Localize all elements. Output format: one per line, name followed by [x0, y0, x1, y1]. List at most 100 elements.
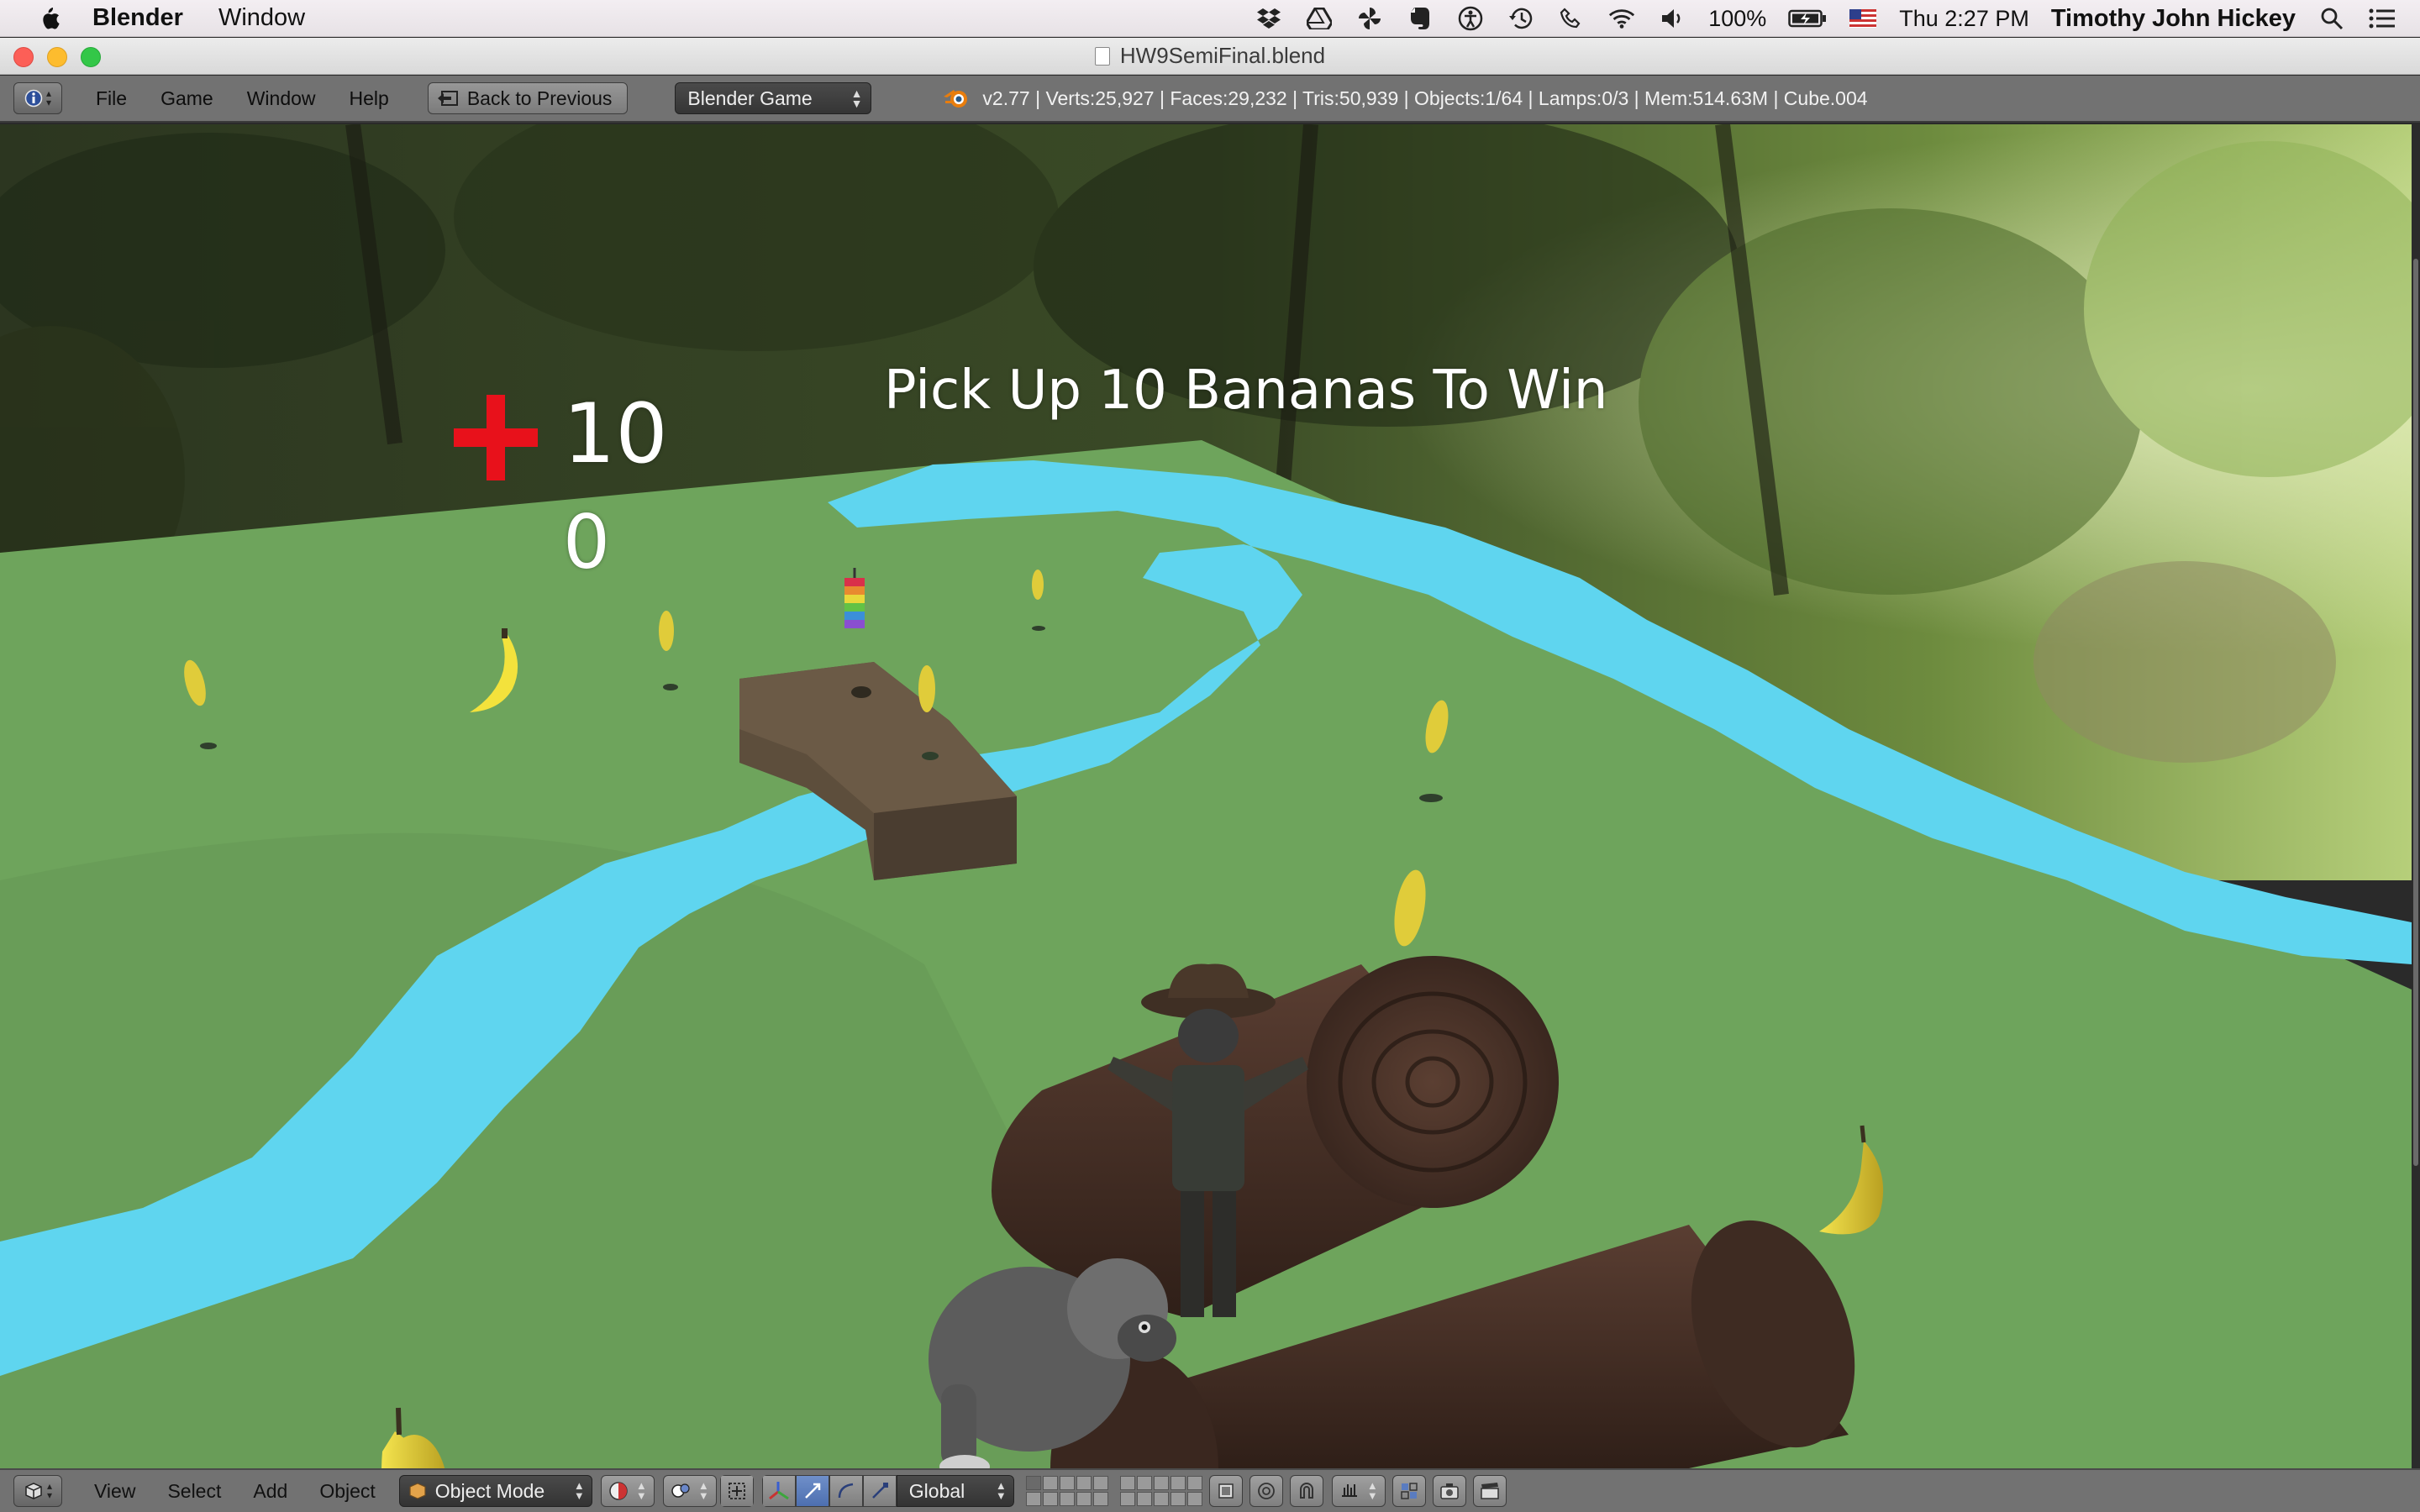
transform-axes-button[interactable]	[761, 1475, 796, 1507]
render-opengl-animation-button[interactable]	[1472, 1475, 1507, 1507]
evernote-icon[interactable]	[1406, 6, 1434, 31]
dropbox-icon[interactable]	[1255, 6, 1283, 31]
interaction-mode-value: Object Mode	[434, 1479, 545, 1502]
viewport-header: ▴ ▾ View Select Add Object Object Mode ▲ ▼…	[0, 1468, 2420, 1512]
macos-menubar: Blender Window 100% Thu 2:27 PM Timothy …	[0, 0, 2420, 37]
menu-select[interactable]: Select	[167, 1480, 221, 1503]
menubar-clock[interactable]: Thu 2:27 PM	[1899, 6, 2029, 32]
snap-target-icon	[1401, 1483, 1418, 1499]
apple-menu-icon[interactable]	[32, 0, 66, 37]
window-titlebar: HW9SemiFinal.blend	[0, 38, 2420, 75]
layer-button[interactable]	[1153, 1476, 1169, 1490]
translate-manipulator-button[interactable]	[795, 1475, 829, 1507]
layer-button[interactable]	[1153, 1492, 1169, 1506]
viewport-scrollbar[interactable]	[2412, 124, 2420, 1468]
layer-button[interactable]	[1042, 1492, 1058, 1506]
back-to-previous-button[interactable]: Back to Previous	[427, 82, 629, 114]
menubar-user-name[interactable]: Timothy John Hickey	[2051, 5, 2296, 33]
layer-button[interactable]	[1059, 1476, 1075, 1490]
menu-window[interactable]: Window	[247, 87, 316, 110]
editor-type-button[interactable]: ▴ ▾	[13, 82, 62, 114]
proportional-editing-button[interactable]	[1249, 1475, 1283, 1507]
scrollbar-thumb[interactable]	[2413, 259, 2418, 1166]
render-opengl-image-button[interactable]	[1432, 1475, 1466, 1507]
editor-type-arrows-icon: ▴ ▾	[45, 87, 52, 108]
scene-statistics: v2.77 | Verts:25,927 | Faces:29,232 | Tr…	[942, 87, 1868, 110]
layer-button[interactable]	[1170, 1492, 1186, 1506]
layer-button[interactable]	[1092, 1492, 1108, 1506]
menu-add[interactable]: Add	[253, 1480, 287, 1503]
manipulator-toggle-group	[719, 1475, 754, 1507]
layer-button[interactable]	[1076, 1476, 1092, 1490]
layer-button[interactable]	[1092, 1476, 1108, 1490]
phone-icon[interactable]	[1557, 6, 1586, 31]
menu-object[interactable]: Object	[319, 1480, 375, 1503]
us-flag-icon[interactable]	[1849, 6, 1877, 31]
magnet-icon	[1299, 1483, 1313, 1499]
render-engine-select[interactable]: Blender Game ▲ ▼	[675, 82, 872, 114]
layer-button[interactable]	[1042, 1476, 1058, 1490]
select-arrows-icon: ▲ ▼	[850, 87, 863, 110]
pinwheel-icon[interactable]	[1355, 6, 1384, 31]
layer-button[interactable]	[1076, 1492, 1092, 1506]
3d-view-icon	[25, 1483, 42, 1499]
hud-objective-text: Pick Up 10 Bananas To Win	[884, 360, 1608, 422]
menubar-app-name[interactable]: Blender	[92, 4, 183, 32]
layer-button[interactable]	[1119, 1476, 1135, 1490]
window-minimize-button[interactable]	[47, 47, 67, 67]
interaction-mode-select[interactable]: Object Mode ▲ ▼	[398, 1475, 592, 1507]
volume-icon[interactable]	[1658, 6, 1686, 31]
layer-button[interactable]	[1136, 1476, 1152, 1490]
layer-button[interactable]	[1170, 1476, 1186, 1490]
lock-layers-button[interactable]	[1208, 1475, 1243, 1507]
viewport-shading-select[interactable]: ▲ ▼	[600, 1475, 655, 1507]
menu-file[interactable]: File	[96, 87, 127, 110]
layer-button[interactable]	[1119, 1492, 1135, 1506]
document-proxy-icon[interactable]	[1094, 46, 1110, 66]
layer-button[interactable]	[1025, 1492, 1041, 1506]
viewport-editor-type-button[interactable]: ▴ ▾	[13, 1475, 62, 1507]
hud-banana-count: 0	[563, 499, 610, 585]
snap-element-select[interactable]: ▲ ▼	[1331, 1475, 1386, 1507]
select-arrows-icon: ▲ ▼	[573, 1479, 585, 1502]
layer-button[interactable]	[1059, 1492, 1075, 1506]
scene-layers-group-2[interactable]	[1119, 1476, 1202, 1506]
notification-center-icon[interactable]	[2368, 6, 2396, 31]
menu-view[interactable]: View	[94, 1480, 135, 1503]
back-to-previous-label: Back to Previous	[466, 87, 613, 109]
battery-icon[interactable]	[1788, 6, 1827, 31]
battery-percentage: 100%	[1708, 5, 1767, 31]
accessibility-icon[interactable]	[1456, 6, 1485, 31]
layer-button[interactable]	[1025, 1476, 1041, 1490]
window-zoom-button[interactable]	[81, 47, 101, 67]
banana-counter-icon	[470, 628, 518, 712]
game-viewport[interactable]: Pick Up 10 Bananas To Win 10 0	[0, 124, 2412, 1468]
menubar-window-menu[interactable]: Window	[218, 4, 305, 32]
scale-manipulator-button[interactable]	[862, 1475, 897, 1507]
layer-button[interactable]	[1136, 1492, 1152, 1506]
layer-button[interactable]	[1186, 1492, 1202, 1506]
menu-help[interactable]: Help	[350, 87, 389, 110]
menu-game[interactable]: Game	[160, 87, 213, 110]
snap-increment-icon	[1341, 1484, 1357, 1497]
rotate-manipulator-button[interactable]	[829, 1475, 863, 1507]
select-arrows-icon: ▲ ▼	[1366, 1479, 1378, 1502]
select-arrows-icon: ▲ ▼	[995, 1479, 1007, 1502]
scene-layers-group-1[interactable]	[1025, 1476, 1108, 1506]
wifi-icon[interactable]	[1607, 6, 1636, 31]
manipulator-toggle-button[interactable]	[719, 1475, 754, 1507]
menubar-status-area: 100% Thu 2:27 PM Timothy John Hickey	[1255, 0, 2396, 37]
axes-icon	[768, 1482, 789, 1500]
transform-orientation-select[interactable]: Global ▲ ▼	[896, 1475, 1014, 1507]
layer-button[interactable]	[1186, 1476, 1202, 1490]
pivot-point-select[interactable]: ▲ ▼	[662, 1475, 717, 1507]
snap-toggle-button[interactable]	[1289, 1475, 1323, 1507]
spotlight-search-icon[interactable]	[2317, 6, 2346, 31]
window-close-button[interactable]	[13, 47, 34, 67]
google-drive-icon[interactable]	[1305, 6, 1334, 31]
select-arrows-icon: ▲ ▼	[635, 1479, 647, 1502]
time-machine-icon[interactable]	[1507, 6, 1535, 31]
scale-icon	[871, 1483, 888, 1499]
clapperboard-icon	[1481, 1483, 1499, 1499]
snap-target-button[interactable]	[1392, 1475, 1426, 1507]
